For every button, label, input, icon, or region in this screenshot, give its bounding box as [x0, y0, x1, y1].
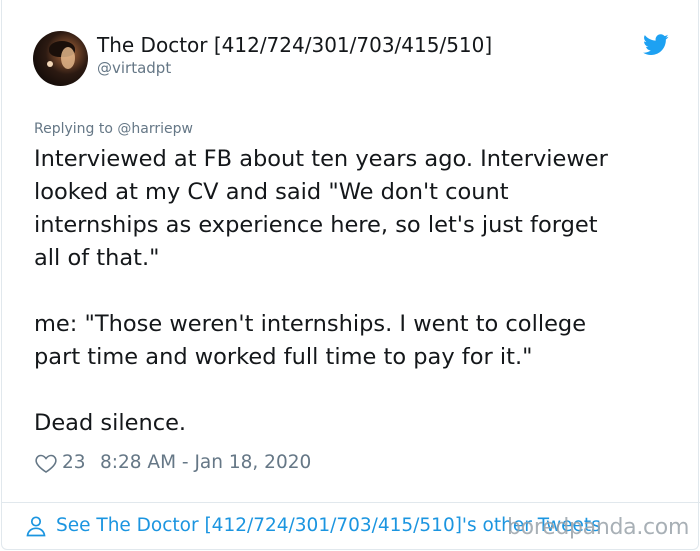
tweet-text-line: me: "Those weren't internships. I went t… [34, 311, 587, 337]
embedded-tweet-card: The Doctor [412/724/301/703/415/510] @vi… [1, 0, 700, 550]
heart-icon[interactable] [34, 451, 58, 475]
author-handle[interactable]: @virtadpt [97, 58, 171, 78]
author-name[interactable]: The Doctor [412/724/301/703/415/510] [97, 33, 492, 57]
tweet-meta: 23 8:28 AM - Jan 18, 2020 [34, 450, 434, 476]
tweet-timestamp[interactable]: 8:28 AM - Jan 18, 2020 [100, 450, 311, 476]
tweet-text-line: Dead silence. [34, 410, 187, 436]
tweet-text-line: part time and worked full time to pay fo… [34, 344, 533, 370]
tweet-text-line: Interviewed at FB about ten years ago. I… [34, 146, 608, 172]
avatar[interactable] [33, 31, 88, 86]
twitter-bird-icon[interactable] [643, 34, 669, 56]
divider [2, 502, 700, 503]
watermark-logo: boredpanda.com [507, 515, 690, 540]
tweet-text-line: all of that." [34, 245, 160, 271]
replying-to[interactable]: Replying to @harriepw [34, 120, 193, 138]
like-count[interactable]: 23 [62, 450, 86, 476]
person-icon [26, 516, 46, 537]
tweet-text-line: internships as experience here, so let's… [34, 212, 598, 238]
tweet-text: Interviewed at FB about ten years ago. I… [34, 143, 674, 440]
tweet-header: The Doctor [412/724/301/703/415/510] @vi… [33, 31, 673, 87]
tweet-text-line: looked at my CV and said "We don't count [34, 179, 509, 205]
